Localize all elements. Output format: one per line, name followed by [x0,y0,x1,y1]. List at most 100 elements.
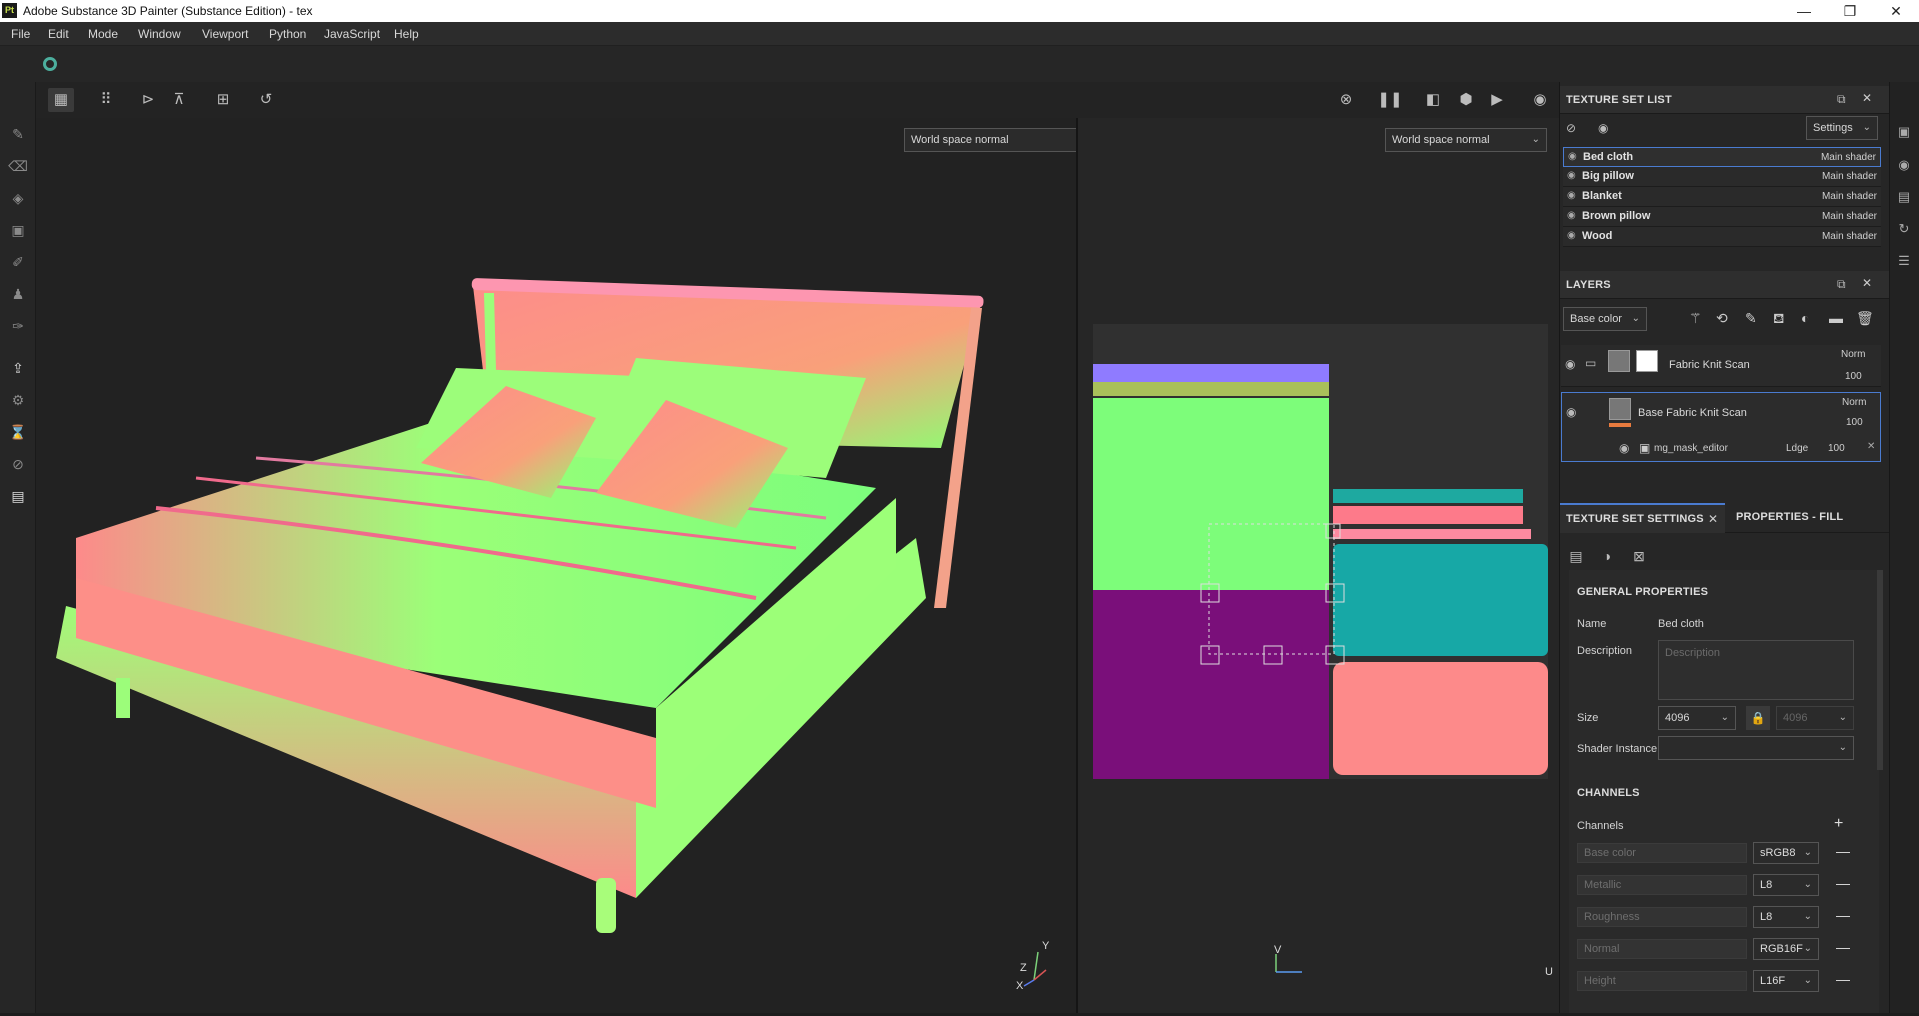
add-folder-icon[interactable]: ▬ [1829,310,1843,326]
layer-channel-dropdown[interactable]: Base color ⌄ [1563,307,1647,331]
lock-icon[interactable]: 🔒 [1746,706,1770,730]
name-value[interactable]: Bed cloth [1658,618,1704,630]
texture-set-shader[interactable]: Main shader [1821,152,1876,163]
magic-wand-icon[interactable]: ⚚ [1689,310,1702,327]
remove-channel-button[interactable]: — [1836,939,1850,955]
detach-icon[interactable]: ⧉ [1837,92,1846,107]
add-effect-icon[interactable]: ⟲ [1716,310,1728,327]
hourglass-icon[interactable]: ⌛ [8,422,28,442]
minimize-button[interactable]: — [1781,0,1827,22]
layer-opacity[interactable]: 100 [1845,371,1862,382]
menu-help[interactable]: Help [394,27,419,41]
smudge-icon[interactable]: ✐ [8,252,28,272]
channel-format-dropdown[interactable]: L8 ⌄ [1753,874,1819,896]
grid-view-icon[interactable]: ⠿ [93,88,119,112]
menu-window[interactable]: Window [138,27,181,41]
shader-icon[interactable]: ◑ [1596,546,1618,566]
maximize-button[interactable]: ❐ [1827,0,1873,22]
layer-row-selected[interactable]: ◉ Base Fabric Knit Scan Norm 100 ◉ ▣ mg_… [1561,392,1881,462]
add-channel-button[interactable]: + [1834,815,1843,833]
size-dropdown[interactable]: 4096 ⌄ [1658,706,1736,730]
texture-set-item[interactable]: ◉ Wood Main shader [1563,227,1881,247]
layer-name[interactable]: Base Fabric Knit Scan [1638,407,1747,419]
description-field[interactable]: Description [1658,640,1854,700]
channel-format-dropdown[interactable]: L8 ⌄ [1753,906,1819,928]
settings-gear-icon[interactable]: ⚙ [8,390,28,410]
blend-mode[interactable]: Norm [1842,397,1866,408]
selection-mode-icon[interactable]: ▦ [48,88,74,112]
bake-icon[interactable]: ⇪ [8,358,28,378]
pause-icon[interactable]: ❚❚ [1377,88,1403,112]
texture-set-shader[interactable]: Main shader [1822,191,1877,202]
history-icon[interactable]: ↺ [253,88,279,112]
display-settings-icon[interactable]: ◉ [1896,157,1912,173]
measure-icon[interactable]: ⊘ [8,454,28,474]
tab-properties-fill[interactable]: PROPERTIES - FILL [1732,503,1882,533]
camera-video-icon[interactable]: ▶ [1484,88,1510,112]
visibility-eye-icon[interactable]: ◉ [1565,357,1575,371]
clone-icon[interactable]: ♟ [8,284,28,304]
visibility-eye-icon[interactable]: ◉ [1567,230,1576,241]
texture-set-icon[interactable]: ▤ [1565,546,1587,566]
viewport-3d-mode-dropdown[interactable]: World space normal ⌄ [904,128,1102,152]
layer-opacity[interactable]: 100 [1846,417,1863,428]
channel-format-dropdown[interactable]: L16F ⌄ [1753,970,1819,992]
remove-channel-button[interactable]: — [1836,875,1850,891]
layer-row-folder[interactable]: ◉ ▭ Fabric Knit Scan Norm 100 [1561,345,1881,387]
texture-set-panel-icon[interactable]: ▣ [1896,124,1912,140]
tab-texture-set-settings[interactable]: TEXTURE SET SETTINGS ✕ [1560,503,1725,533]
add-paint-layer-icon[interactable]: ✎ [1745,310,1757,327]
texture-set-settings-dropdown[interactable]: Settings ⌄ [1806,116,1878,140]
eraser-icon[interactable]: ⌫ [8,156,28,176]
shelf-icon[interactable]: ▤ [1896,189,1912,205]
polygon-fill-icon[interactable]: ▣ [8,220,28,240]
menu-edit[interactable]: Edit [48,27,69,41]
mirror-y-icon[interactable]: ⊼ [166,88,192,112]
visibility-eye-icon[interactable]: ◉ [1568,151,1577,162]
shader-instance-dropdown[interactable]: ⌄ [1658,736,1854,760]
visibility-eye-icon[interactable]: ◉ [1567,170,1576,181]
texture-set-item[interactable]: ◉ Big pillow Main shader [1563,167,1881,187]
texture-set-item[interactable]: ◉ Blanket Main shader [1563,187,1881,207]
hide-icon[interactable]: ⊗ [1333,88,1359,112]
add-mask-icon[interactable]: ◐ [1801,310,1809,326]
texture-set-item[interactable]: ◉ Brown pillow Main shader [1563,207,1881,227]
visibility-eye-icon[interactable]: ◉ [1567,190,1576,201]
texture-set-shader[interactable]: Main shader [1822,231,1877,242]
menu-file[interactable]: File [11,27,30,41]
detach-icon[interactable]: ⧉ [1837,277,1846,292]
add-frame-icon[interactable]: ⊞ [210,88,236,112]
close-panel-icon[interactable]: ✕ [1862,276,1872,290]
export-icon[interactable]: ▤ [8,486,28,506]
channel-format-dropdown[interactable]: sRGB8 ⌄ [1753,842,1819,864]
close-button[interactable]: ✕ [1873,0,1919,22]
viewport-3d[interactable]: World space normal ⌄ Y Z X [36,118,1102,1013]
texture-set-item[interactable]: ◉ Bed cloth Main shader [1563,147,1881,167]
menu-javascript[interactable]: JavaScript [324,27,380,41]
cube-icon[interactable]: ⬢ [1453,88,1479,112]
remove-channel-button[interactable]: — [1836,907,1850,923]
effect-opacity[interactable]: 100 [1828,443,1845,454]
remove-effect-icon[interactable]: ✕ [1867,441,1875,452]
texture-set-shader[interactable]: Main shader [1822,171,1877,182]
effect-name[interactable]: mg_mask_editor [1654,443,1728,454]
remove-channel-button[interactable]: — [1836,843,1850,859]
viewport-2d-mode-dropdown[interactable]: World space normal ⌄ [1385,128,1547,152]
color-picker-icon[interactable]: ✑ [8,316,28,336]
uv-icon[interactable]: ⊠ [1628,546,1650,566]
close-tab-icon[interactable]: ✕ [1708,512,1718,526]
texture-set-shader[interactable]: Main shader [1822,211,1877,222]
projection-icon[interactable]: ◈ [8,188,28,208]
hide-all-eye-icon[interactable]: ⊘ [1566,121,1576,135]
blend-mode[interactable]: Norm [1841,349,1865,360]
mirror-x-icon[interactable]: ⊳ [135,88,161,112]
delete-layer-icon[interactable]: 🗑 [1856,310,1874,327]
add-fill-layer-icon[interactable]: ⛾ [1773,310,1784,329]
mask-thumbnail[interactable] [1636,350,1658,372]
menu-python[interactable]: Python [269,27,306,41]
scrollbar[interactable] [1877,570,1883,770]
uv-canvas[interactable] [1093,324,1548,779]
remove-channel-button[interactable]: — [1836,971,1850,987]
close-panel-icon[interactable]: ✕ [1862,91,1872,105]
visibility-eye-icon[interactable]: ◉ [1619,441,1629,455]
